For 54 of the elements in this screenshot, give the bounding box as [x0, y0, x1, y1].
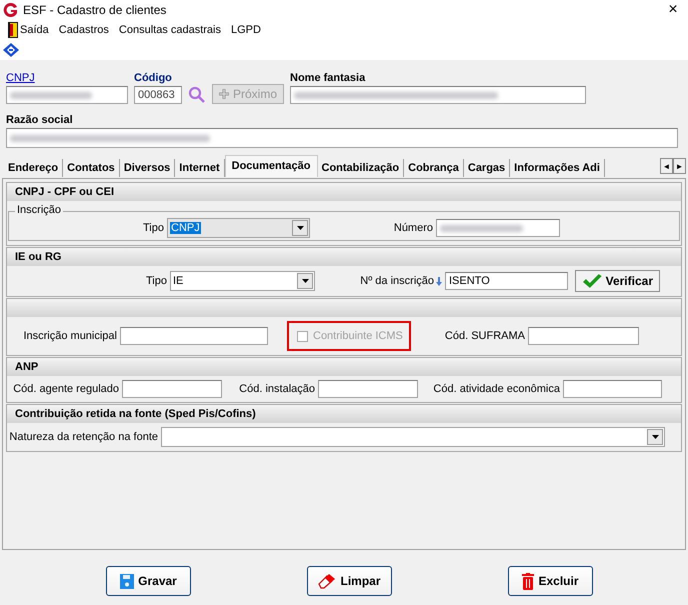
field-label: Cód. agente regulado — [13, 383, 119, 395]
field-label: Código — [134, 71, 173, 86]
field-label: Razão social — [6, 113, 74, 128]
field-label: Inscrição municipal — [23, 330, 117, 342]
app-logo-icon — [3, 2, 18, 18]
door-icon — [8, 22, 18, 38]
menu-item[interactable]: Cadastros — [54, 24, 115, 36]
verify-button[interactable]: Verificar — [575, 270, 660, 292]
field-label: Número — [394, 222, 433, 234]
input-field[interactable] — [122, 380, 222, 398]
field-label: Cód. atividade econômica — [433, 383, 560, 395]
field-label: Tipo — [146, 275, 167, 287]
action-button[interactable]: Gravar — [106, 566, 191, 596]
cnpj-link[interactable]: CNPJ — [6, 70, 35, 86]
window-title: ESF - Cadastro de clientes — [23, 3, 168, 17]
menu-item[interactable]: Consultas cadastrais — [114, 24, 227, 36]
group-label: Inscrição — [15, 204, 64, 216]
section-header: Contribuição retida na fonte (Sped Pis/Cofins) — [7, 405, 681, 423]
field-label: Nº da inscrição — [360, 275, 434, 287]
input-field[interactable] — [436, 219, 560, 237]
input-field[interactable] — [563, 380, 662, 398]
scroll-right-button[interactable]: ► — [673, 158, 686, 174]
input-field[interactable] — [318, 380, 418, 398]
scroll-left-button[interactable]: ◄ — [660, 158, 673, 174]
field-label: Tipo — [143, 222, 164, 234]
checkbox-label: Contribuinte ICMS — [313, 330, 403, 342]
dropdown[interactable]: IE — [170, 271, 315, 291]
menu-item[interactable]: Saída — [4, 22, 55, 38]
field-label: Cód. SUFRAMA — [444, 330, 525, 342]
trash-icon — [522, 572, 534, 590]
field-label: Cód. instalação — [239, 383, 315, 395]
input-field[interactable] — [528, 327, 639, 345]
action-button[interactable]: Limpar — [307, 566, 392, 596]
close-button[interactable]: × — [658, 1, 688, 19]
input-field[interactable] — [6, 86, 128, 104]
checkmark-icon — [582, 273, 602, 289]
eraser-icon — [318, 573, 336, 589]
section-header: IE ou RG — [7, 248, 681, 266]
menu-item[interactable]: LGPD — [227, 24, 267, 36]
field-label: Natureza da retenção na fonte — [9, 431, 158, 443]
input-field[interactable] — [290, 86, 586, 104]
action-button[interactable]: Excluir — [508, 566, 593, 596]
input-field[interactable] — [120, 327, 268, 345]
plus-icon — [219, 89, 229, 99]
input-field[interactable] — [6, 128, 678, 148]
section-header: ANP — [7, 358, 681, 376]
tab[interactable]: Documentação — [224, 155, 318, 177]
dropdown[interactable]: CNPJ — [167, 218, 310, 238]
field-label: Nome fantasia — [290, 71, 366, 86]
input-field[interactable]: ISENTO — [445, 272, 568, 290]
section-header: CNPJ - CPF ou CEI — [7, 183, 681, 201]
input-field[interactable]: 000863 — [134, 86, 182, 104]
search-icon[interactable] — [188, 86, 206, 104]
tab[interactable]: Contabilização — [318, 159, 404, 177]
